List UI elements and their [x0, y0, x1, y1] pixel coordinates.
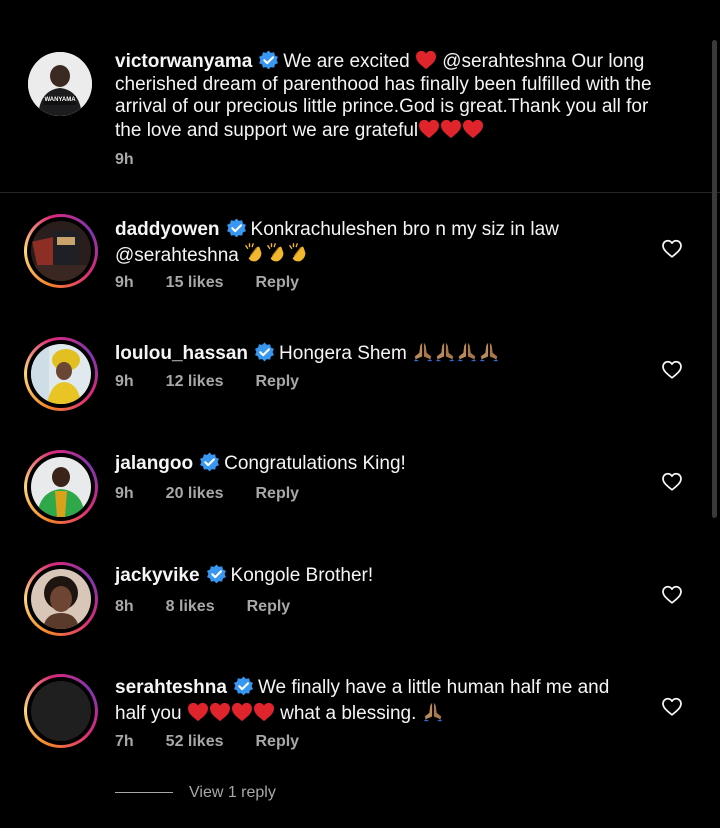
- verified-badge-icon: [199, 452, 220, 473]
- comment-text: loulou_hassan Hongera Shem: [115, 340, 635, 366]
- clapping-hands-emoji: [288, 242, 310, 264]
- red-heart-emoji: [418, 119, 440, 139]
- like-count[interactable]: 20 likes: [166, 485, 224, 502]
- red-heart-emoji: [209, 702, 231, 722]
- comment-username[interactable]: jalangoo: [115, 453, 193, 474]
- comment-text: daddyowen Konkrachuleshen bro n my siz in…: [115, 218, 635, 267]
- heart-outline-icon[interactable]: [661, 471, 683, 493]
- red-heart-emoji: [231, 702, 253, 722]
- avatar-photo: [28, 52, 92, 116]
- comment-text: jackyvike Kongole Brother!: [115, 564, 635, 588]
- avatar[interactable]: [24, 337, 98, 411]
- clapping-hands-emoji: [244, 242, 266, 264]
- praying-hands-emoji: [422, 700, 444, 722]
- post-time: 9h: [115, 151, 134, 168]
- comment-username[interactable]: loulou_hassan: [115, 343, 248, 364]
- comment-meta: 9h 12 likes Reply: [115, 373, 331, 391]
- red-heart-emoji: [462, 119, 484, 139]
- reply-button[interactable]: Reply: [247, 598, 291, 615]
- praying-hands-emoji: [412, 340, 434, 362]
- comment-body-b: what a blessing.: [280, 702, 417, 724]
- verified-badge-icon: [254, 342, 275, 363]
- avatar-photo: [31, 681, 91, 741]
- caption-text: victorwanyama We are excited @serahteshna…: [115, 50, 675, 142]
- heart-outline-icon[interactable]: [661, 696, 683, 718]
- reply-button[interactable]: Reply: [256, 274, 300, 291]
- post-caption: WANYAMA victorwanyama We are excited @ser…: [0, 0, 720, 193]
- reply-button[interactable]: Reply: [256, 373, 300, 390]
- comment-time: 9h: [115, 274, 134, 291]
- red-heart-emoji: [440, 119, 462, 139]
- comment-text: serahteshna We finally have a little huma…: [115, 676, 635, 725]
- verified-badge-icon: [226, 218, 247, 239]
- comment-username[interactable]: jackyvike: [115, 565, 200, 586]
- avatar[interactable]: [24, 450, 98, 524]
- praying-hands-emoji: [478, 340, 500, 362]
- avatar[interactable]: WANYAMA: [28, 52, 92, 116]
- verified-badge-icon: [233, 676, 254, 697]
- clapping-hands-emoji: [266, 242, 288, 264]
- avatar[interactable]: [24, 674, 98, 748]
- like-count[interactable]: 12 likes: [166, 373, 224, 390]
- avatar[interactable]: [24, 214, 98, 288]
- comment-text: jalangoo Congratulations King!: [115, 452, 635, 476]
- comment-username[interactable]: serahteshna: [115, 677, 227, 698]
- red-heart-emoji: [415, 50, 437, 70]
- comment-body: Kongole Brother!: [230, 565, 374, 586]
- like-count[interactable]: 15 likes: [166, 274, 224, 291]
- heart-outline-icon[interactable]: [661, 238, 683, 260]
- reply-button[interactable]: Reply: [256, 733, 300, 750]
- red-heart-emoji: [187, 702, 209, 722]
- scrollbar[interactable]: [712, 40, 717, 518]
- reply-button[interactable]: Reply: [256, 485, 300, 502]
- verified-badge-icon: [258, 50, 279, 71]
- post-meta: 9h: [115, 151, 166, 169]
- praying-hands-emoji: [434, 340, 456, 362]
- heart-outline-icon[interactable]: [661, 584, 683, 606]
- comment-body: Hongera Shem: [279, 343, 407, 364]
- caption-text-a: We are excited: [283, 51, 410, 72]
- avatar[interactable]: [24, 562, 98, 636]
- comment-body: Congratulations King!: [224, 453, 406, 474]
- avatar-photo: [31, 569, 91, 629]
- avatar-photo: [31, 221, 91, 281]
- verified-badge-icon: [206, 564, 227, 585]
- comment-meta: 8h 8 likes Reply: [115, 598, 322, 616]
- red-heart-emoji: [253, 702, 275, 722]
- comment-meta: 9h 20 likes Reply: [115, 485, 331, 503]
- avatar-logo-text: WANYAMA: [44, 97, 76, 103]
- view-replies-button[interactable]: View 1 reply: [115, 784, 276, 802]
- comment-time: 9h: [115, 373, 134, 390]
- avatar-photo: [31, 457, 91, 517]
- like-count[interactable]: 8 likes: [166, 598, 215, 615]
- like-count[interactable]: 52 likes: [166, 733, 224, 750]
- comment-meta: 7h 52 likes Reply: [115, 733, 331, 751]
- view-replies-divider: [115, 792, 173, 794]
- comment-username[interactable]: daddyowen: [115, 219, 220, 240]
- avatar-photo: [31, 344, 91, 404]
- view-replies-label[interactable]: View 1 reply: [189, 784, 276, 801]
- praying-hands-emoji: [456, 340, 478, 362]
- comment-time: 9h: [115, 485, 134, 502]
- comment-time: 8h: [115, 598, 134, 615]
- comment-meta: 9h 15 likes Reply: [115, 274, 331, 292]
- comment-time: 7h: [115, 733, 134, 750]
- post-username[interactable]: victorwanyama: [115, 51, 252, 72]
- heart-outline-icon[interactable]: [661, 359, 683, 381]
